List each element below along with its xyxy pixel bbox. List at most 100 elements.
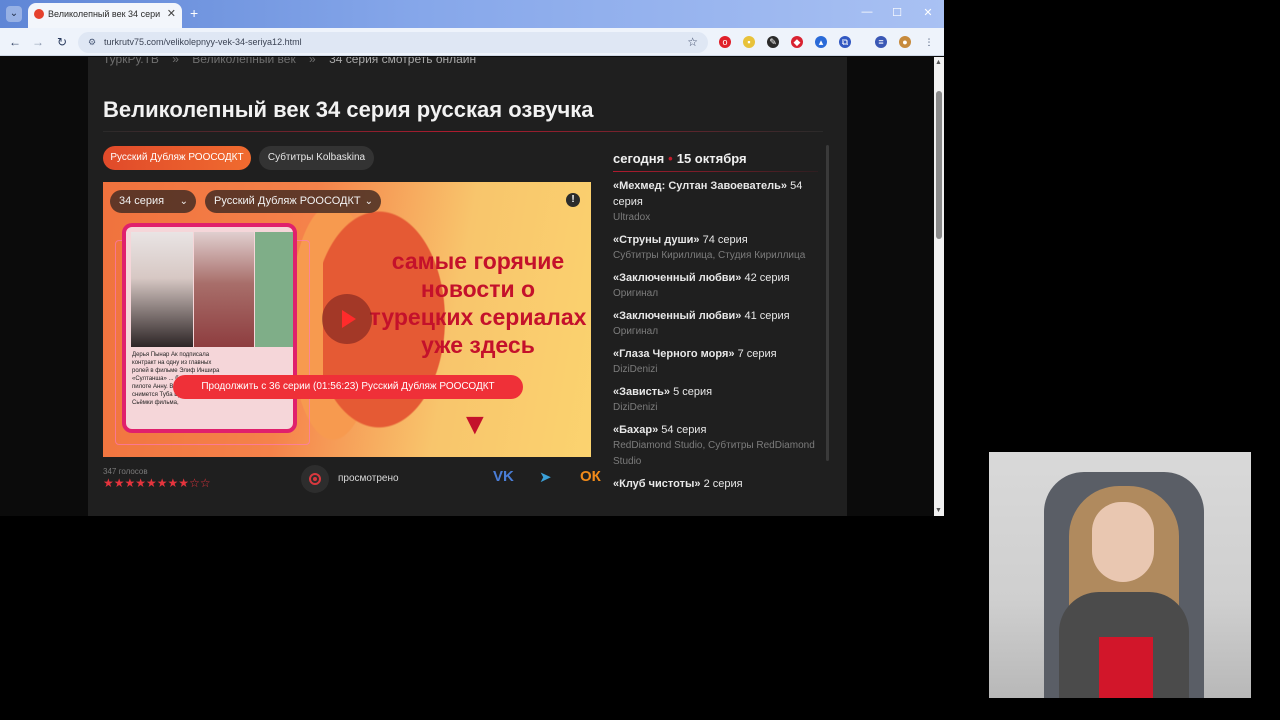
content-card: ТуркРу.ТВ » Великолепный век » 34 серия …: [88, 57, 847, 516]
info-icon[interactable]: !: [566, 193, 580, 207]
play-icon: [342, 310, 356, 328]
page-title: Великолепный век 34 серия русская озвучк…: [103, 97, 594, 122]
vk-share-icon[interactable]: VK: [493, 468, 514, 485]
schedule-item-title[interactable]: «Глаза Черного моря» 7 серия: [613, 346, 818, 362]
extensions-icon[interactable]: ⧉: [839, 36, 851, 48]
page-viewport: ТуркРу.ТВ » Великолепный век » 34 серия …: [0, 57, 934, 516]
browser-tab[interactable]: Великолепный век 34 серия ✕: [28, 3, 182, 28]
breadcrumb: ТуркРу.ТВ » Великолепный век » 34 серия …: [103, 57, 486, 66]
episode-select[interactable]: 34 серия ⌄: [110, 190, 196, 213]
schedule-item-voice: RedDiamond Studio, Субтитры RedDiamond S…: [613, 440, 815, 467]
telegram-share-icon[interactable]: ➤: [539, 468, 552, 486]
schedule-item-voice: DiziDenizi: [613, 402, 658, 413]
wallet-extension-icon[interactable]: ▪: [743, 36, 755, 48]
actress-photo: [194, 232, 254, 347]
close-window-button[interactable]: ✕: [918, 6, 938, 19]
tab-search-icon[interactable]: ⌄: [6, 6, 22, 22]
bookmark-star-icon[interactable]: ☆: [687, 35, 698, 49]
voice-tab-subtitles[interactable]: Субтитры Kolbaskina: [259, 146, 374, 170]
webcam-person-top: [1099, 637, 1153, 698]
voice-tab-dub[interactable]: Русский Дубляж РООСОДКТ: [103, 146, 251, 170]
scroll-up-icon[interactable]: ▲: [935, 59, 942, 66]
schedule-item-title[interactable]: «Клуб чистоты» 2 серия: [613, 476, 818, 492]
chevron-down-icon: ⌄: [179, 196, 188, 207]
tab-bar: ⌄ Великолепный век 34 серия ✕ + — ☐ ✕: [0, 0, 944, 28]
schedule-scrollbar[interactable]: [826, 145, 829, 461]
breadcrumb-separator: »: [309, 57, 316, 66]
page-scrollbar[interactable]: ▲ ▼: [934, 57, 944, 516]
play-button[interactable]: [322, 294, 372, 344]
schedule-item-episode: 54 серия: [661, 424, 707, 436]
schedule-item-title[interactable]: «Зависть» 5 серия: [613, 384, 818, 400]
shield-extension-icon[interactable]: ◆: [791, 36, 803, 48]
tab-close-icon[interactable]: ✕: [167, 7, 176, 20]
site-info-icon[interactable]: ⚙: [86, 36, 98, 48]
watched-label: просмотрено: [338, 473, 399, 484]
schedule-item-show: «Клуб чистоты»: [613, 478, 701, 490]
breadcrumb-home[interactable]: ТуркРу.ТВ: [103, 57, 159, 66]
maximize-button[interactable]: ☐: [887, 6, 907, 19]
schedule-item-voice: DiziDenizi: [613, 364, 658, 375]
scroll-thumb[interactable]: [936, 91, 942, 239]
rating-stars[interactable]: ★★★★★★★★☆☆: [103, 476, 211, 490]
schedule-item[interactable]: «Клуб чистоты» 2 серия: [613, 476, 818, 492]
breadcrumb-show[interactable]: Великолепный век: [192, 57, 295, 66]
schedule-item[interactable]: «Бахар» 54 серия RedDiamond Studio, Субти…: [613, 422, 818, 470]
schedule-item[interactable]: «Мехмед: Султан Завоеватель» 54 серия Ult…: [613, 178, 818, 226]
new-tab-button[interactable]: +: [190, 5, 198, 21]
schedule-item-episode: 42 серия: [744, 272, 790, 284]
profile-avatar-icon[interactable]: ●: [899, 36, 911, 48]
dropper-extension-icon[interactable]: ✎: [767, 36, 779, 48]
dub-select-value: Русский Дубляж РООСОДКТ: [214, 195, 361, 207]
schedule-header: сегодня • 15 октября: [613, 151, 747, 166]
opera-extension-icon[interactable]: o: [719, 36, 731, 48]
schedule-item-show: «Заключенный любви»: [613, 272, 742, 284]
schedule-item-voice: Субтитры Кириллица, Студия Кириллица: [613, 250, 806, 261]
media-controls-icon[interactable]: ≡: [875, 36, 887, 48]
schedule-item-title[interactable]: «Бахар» 54 серия: [613, 422, 818, 438]
breadcrumb-current: 34 серия смотреть онлайн: [329, 57, 477, 66]
puzzle-extension-icon[interactable]: ▴: [815, 36, 827, 48]
schedule-item-show: «Глаза Черного моря»: [613, 348, 735, 360]
dub-select[interactable]: Русский Дубляж РООСОДКТ ⌄: [205, 190, 381, 213]
url-text: turkrutv75.com/velikolepnyy-vek-34-seriy…: [104, 37, 302, 47]
schedule-item-show: «Бахар»: [613, 424, 659, 436]
eye-icon: [309, 473, 321, 485]
back-icon[interactable]: ←: [8, 35, 22, 49]
schedule-divider: [613, 171, 818, 172]
schedule-item-voice: Оригинал: [613, 288, 659, 299]
schedule-item-show: «Заключенный любви»: [613, 310, 742, 322]
odnoklassniki-share-icon[interactable]: ОК: [580, 468, 601, 485]
video-player[interactable]: Дерья Пынар Ак подписала контракт на одн…: [103, 182, 591, 457]
schedule-date: 15 октября: [676, 151, 747, 166]
schedule-item-episode: 74 серия: [702, 234, 748, 246]
address-toolbar: ← → ↻ ⚙ turkrutv75.com/velikolepnyy-vek-…: [0, 28, 944, 56]
schedule-item-voice: Ultradox: [613, 212, 651, 223]
watched-toggle[interactable]: [301, 465, 329, 493]
schedule-item-episode: 7 серия: [737, 348, 777, 360]
schedule-item[interactable]: «Глаза Черного моря» 7 серия DiziDenizi: [613, 346, 818, 378]
browser-window: ⌄ Великолепный век 34 серия ✕ + — ☐ ✕ ← …: [0, 0, 944, 516]
menu-dots-icon[interactable]: ⋮: [923, 36, 935, 48]
schedule-item-title[interactable]: «Заключенный любви» 42 серия: [613, 270, 818, 286]
schedule-list: «Мехмед: Султан Завоеватель» 54 серия Ult…: [613, 178, 818, 498]
actress-photo: [255, 232, 293, 347]
schedule-item[interactable]: «Зависть» 5 серия DiziDenizi: [613, 384, 818, 416]
schedule-item[interactable]: «Заключенный любви» 41 серия Оригинал: [613, 308, 818, 340]
player-headline: самые горячие новости о турецких сериала…: [369, 248, 587, 358]
schedule-item-title[interactable]: «Заключенный любви» 41 серия: [613, 308, 818, 324]
tab-title: Великолепный век 34 серия: [48, 9, 160, 19]
schedule-item[interactable]: «Струны души» 74 серия Субтитры Кириллица…: [613, 232, 818, 264]
schedule-item-title[interactable]: «Мехмед: Султан Завоеватель» 54 серия: [613, 178, 818, 210]
schedule-item[interactable]: «Заключенный любви» 42 серия Оригинал: [613, 270, 818, 302]
schedule-today: сегодня: [613, 151, 665, 166]
continue-watching-button[interactable]: Продолжить с 36 серии (01:56:23) Русский…: [173, 375, 523, 399]
address-bar[interactable]: ⚙ turkrutv75.com/velikolepnyy-vek-34-ser…: [78, 32, 708, 53]
reload-icon[interactable]: ↻: [55, 35, 69, 49]
forward-icon[interactable]: →: [31, 35, 45, 49]
schedule-item-title[interactable]: «Струны души» 74 серия: [613, 232, 818, 248]
minimize-button[interactable]: —: [857, 6, 877, 18]
scroll-down-icon[interactable]: ▼: [935, 507, 942, 514]
webcam-person-face: [1092, 502, 1154, 582]
schedule-item-episode: 2 серия: [703, 478, 743, 490]
